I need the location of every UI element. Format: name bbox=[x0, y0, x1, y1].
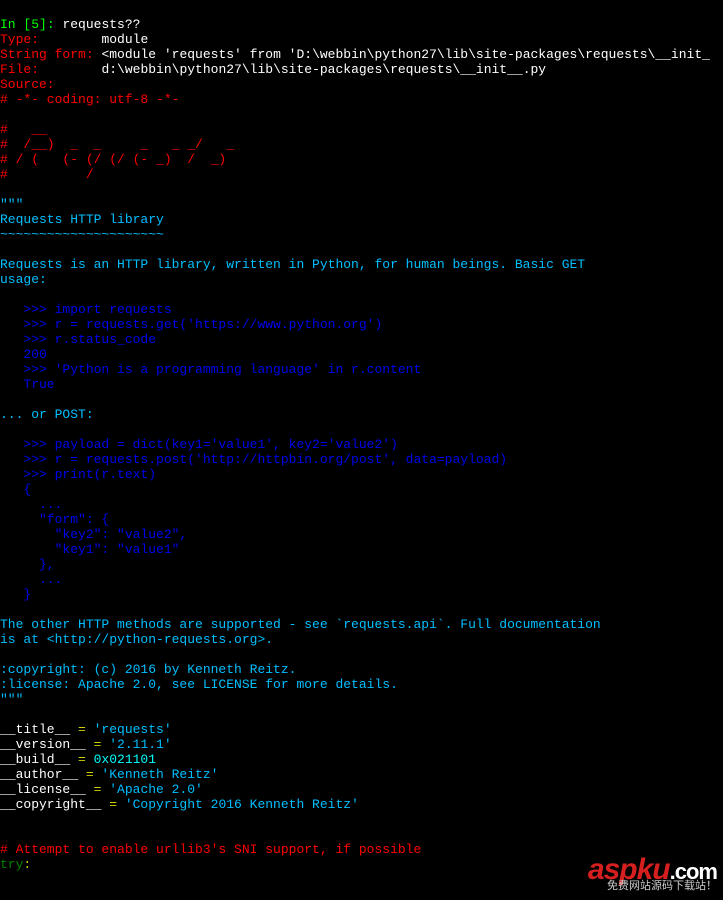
var-build-val: 0x021101 bbox=[94, 752, 156, 767]
watermark-logo: aspku.com bbox=[588, 862, 717, 879]
eq-op-3: = bbox=[70, 752, 93, 767]
watermark: aspku.com 免费网站源码下载站！ bbox=[588, 862, 717, 894]
var-license-val: 'Apache 2.0' bbox=[109, 782, 203, 797]
try-keyword: try bbox=[0, 857, 23, 872]
ex1-l1: >>> import requests bbox=[0, 302, 172, 317]
var-title-val: 'requests' bbox=[94, 722, 172, 737]
var-copyright-val: 'Copyright 2016 Kenneth Reitz' bbox=[125, 797, 359, 812]
var-version-val: '2.11.1' bbox=[109, 737, 171, 752]
ex1-l3: >>> r.status_code bbox=[0, 332, 156, 347]
docstring-p1b: usage: bbox=[0, 272, 47, 287]
ex1-l5: >>> 'Python is a programming language' i… bbox=[0, 362, 421, 377]
var-author: __author__ bbox=[0, 767, 78, 782]
source-comment-coding: # -*- coding: utf-8 -*- bbox=[0, 92, 179, 107]
var-copyright: __copyright__ bbox=[0, 797, 101, 812]
source-label: Source: bbox=[0, 77, 55, 92]
ex2-l6: "form": { bbox=[0, 512, 109, 527]
docstring-p1a: Requests is an HTTP library, written in … bbox=[0, 257, 585, 272]
docstring-open: """ bbox=[0, 197, 23, 212]
prompt-in: In bbox=[0, 17, 23, 32]
watermark-tagline: 免费网站源码下载站！ bbox=[588, 879, 717, 894]
ascii-art-3: # / ( (- (/ (/ (- _) / _) bbox=[0, 152, 226, 167]
var-license: __license__ bbox=[0, 782, 86, 797]
var-author-val: 'Kenneth Reitz' bbox=[101, 767, 218, 782]
terminal-output: In [5]: requests?? Type: module String f… bbox=[0, 0, 723, 872]
stringform-value: <module 'requests' from 'D:\webbin\pytho… bbox=[101, 47, 710, 62]
file-value: d:\webbin\python27\lib\site-packages\req… bbox=[101, 62, 546, 77]
ex2-l5: ... bbox=[0, 497, 62, 512]
eq-op-4: = bbox=[78, 767, 101, 782]
stringform-label: String form: bbox=[0, 47, 94, 62]
docstring-close: """ bbox=[0, 692, 23, 707]
eq-op-2: = bbox=[86, 737, 109, 752]
ascii-art-2: # /__) _ _ _ _ _/ _ bbox=[0, 137, 234, 152]
ex2-l8: "key1": "value1" bbox=[0, 542, 179, 557]
eq-op: = bbox=[70, 722, 93, 737]
var-build: __build__ bbox=[0, 752, 70, 767]
docstring-license: :license: Apache 2.0, see LICENSE for mo… bbox=[0, 677, 398, 692]
ex2-l3: >>> print(r.text) bbox=[0, 467, 156, 482]
prompt-bracket-close: ] bbox=[39, 17, 47, 32]
type-value bbox=[39, 32, 101, 47]
eq-op-5: = bbox=[86, 782, 109, 797]
prompt-command: requests?? bbox=[62, 17, 140, 32]
docstring-underline: ~~~~~~~~~~~~~~~~~~~~~ bbox=[0, 227, 164, 242]
ex2-l9: }, bbox=[0, 557, 55, 572]
ex1-l2: >>> r = requests.get('https://www.python… bbox=[0, 317, 382, 332]
var-version: __version__ bbox=[0, 737, 86, 752]
ascii-art-4: # / bbox=[0, 167, 94, 182]
type-label: Type: bbox=[0, 32, 39, 47]
docstring-p3b: is at <http://python-requests.org>. bbox=[0, 632, 273, 647]
file-label: File: bbox=[0, 62, 39, 77]
ex2-l2: >>> r = requests.post('http://httpbin.or… bbox=[0, 452, 507, 467]
ex2-l11: } bbox=[0, 587, 31, 602]
ex2-l4: { bbox=[0, 482, 31, 497]
eq-op-6: = bbox=[101, 797, 124, 812]
docstring-p3a: The other HTTP methods are supported - s… bbox=[0, 617, 601, 632]
docstring-copyright: :copyright: (c) 2016 by Kenneth Reitz. bbox=[0, 662, 296, 677]
type-value-text: module bbox=[101, 32, 148, 47]
ex1-l4: 200 bbox=[0, 347, 47, 362]
ascii-art-1: # __ bbox=[0, 122, 47, 137]
prompt-colon: : bbox=[47, 17, 63, 32]
ex1-l6: True bbox=[0, 377, 55, 392]
comment-sni: # Attempt to enable urllib3's SNI suppor… bbox=[0, 842, 421, 857]
ex2-l7: "key2": "value2", bbox=[0, 527, 187, 542]
var-title: __title__ bbox=[0, 722, 70, 737]
prompt-number: 5 bbox=[31, 17, 39, 32]
docstring-p2: ... or POST: bbox=[0, 407, 94, 422]
ex2-l10: ... bbox=[0, 572, 62, 587]
ex2-l1: >>> payload = dict(key1='value1', key2='… bbox=[0, 437, 398, 452]
docstring-title: Requests HTTP library bbox=[0, 212, 164, 227]
try-colon: : bbox=[23, 857, 31, 872]
